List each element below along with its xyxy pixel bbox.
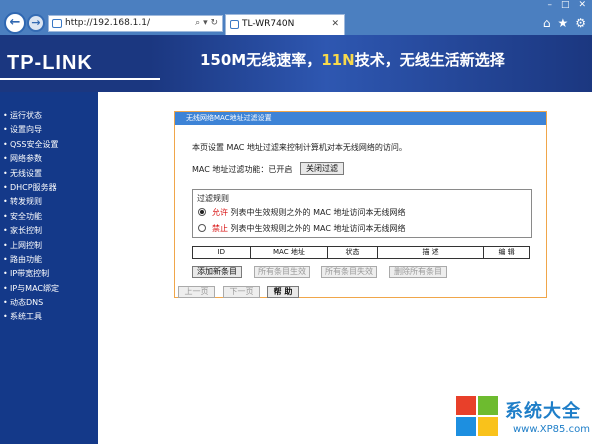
tab-close-icon[interactable]: ✕ xyxy=(331,15,339,34)
rule-allow-text: 列表中生效规则之外的 MAC 地址访问本无线网络 xyxy=(228,208,406,217)
browser-tab[interactable]: TL-WR740N ✕ xyxy=(225,14,345,35)
router-banner: TP-LINK 150M无线速率，11N技术，无线生活新选择 xyxy=(0,35,592,92)
close-window-button[interactable]: ✕ xyxy=(578,0,586,11)
slogan-accent: 11N xyxy=(321,51,355,69)
sidebar-item-wireless[interactable]: 无线设置 xyxy=(0,167,98,182)
column-status: 状态 xyxy=(328,247,378,258)
filter-rules-group: 过滤规则 允许 列表中生效规则之外的 MAC 地址访问本无线网络 禁止 列表中生… xyxy=(192,189,532,238)
delete-all-button[interactable]: 删除所有条目 xyxy=(389,266,447,278)
rule-deny-radio[interactable] xyxy=(198,223,206,232)
prev-page-button[interactable]: 上一页 xyxy=(178,286,215,298)
search-refresh-icons[interactable]: ⌕ ▾ ↻ xyxy=(195,16,218,31)
filter-rules-legend: 过滤规则 xyxy=(197,194,229,203)
rule-deny-row[interactable]: 禁止 列表中生效规则之外的 MAC 地址访问本无线网络 xyxy=(198,223,405,234)
rule-deny-keyword: 禁止 xyxy=(212,224,228,233)
column-mac: MAC 地址 xyxy=(251,247,329,258)
watermark-url: www.XP85.com xyxy=(513,424,590,435)
page-icon xyxy=(52,19,62,28)
sidebar-menu: 运行状态 设置向导 QSS安全设置 网络参数 无线设置 DHCP服务器 转发规则… xyxy=(0,92,98,444)
column-description: 描 述 xyxy=(378,247,485,258)
star-icon[interactable]: ★ xyxy=(557,16,568,30)
arrow-left-icon: ← xyxy=(9,15,21,30)
rule-allow-row[interactable]: 允许 列表中生效规则之外的 MAC 地址访问本无线网络 xyxy=(198,207,405,218)
sidebar-item-ip-mac-binding[interactable]: IP与MAC绑定 xyxy=(0,282,98,297)
filter-status-row: MAC 地址过滤功能：已开启 xyxy=(192,164,298,175)
add-entry-button[interactable]: 添加新条目 xyxy=(192,266,242,278)
slogan-part1: 150M无线速率， xyxy=(200,51,322,69)
mac-filter-table-header: ID MAC 地址 状态 描 述 编 辑 xyxy=(192,246,530,259)
sidebar-item-status[interactable]: 运行状态 xyxy=(0,109,98,124)
rule-deny-text: 列表中生效规则之外的 MAC 地址访问本无线网络 xyxy=(228,224,406,233)
help-button[interactable]: 帮 助 xyxy=(267,286,299,298)
sidebar-item-security[interactable]: 安全功能 xyxy=(0,210,98,225)
disable-all-button[interactable]: 所有条目失效 xyxy=(321,266,377,278)
windows-logo-icon xyxy=(456,396,500,438)
close-filter-button[interactable]: 关闭过滤 xyxy=(300,162,344,175)
sidebar-item-routing[interactable]: 路由功能 xyxy=(0,253,98,268)
minimize-button[interactable]: – xyxy=(547,0,552,11)
sidebar-item-system-tools[interactable]: 系统工具 xyxy=(0,310,98,325)
tab-page-icon xyxy=(230,20,239,29)
sidebar-item-wizard[interactable]: 设置向导 xyxy=(0,123,98,138)
rule-allow-keyword: 允许 xyxy=(212,208,228,217)
column-id: ID xyxy=(193,247,251,258)
tab-title: TL-WR740N xyxy=(242,19,295,29)
mac-filter-panel: 无线网络MAC地址过滤设置 本页设置 MAC 地址过滤来控制计算机对本无线网络的… xyxy=(174,111,547,298)
sidebar-item-forwarding[interactable]: 转发规则 xyxy=(0,195,98,210)
address-text: http://192.168.1.1/ xyxy=(65,18,150,28)
gear-icon[interactable]: ⚙ xyxy=(575,16,586,30)
address-bar[interactable]: http://192.168.1.1/ ⌕ ▾ ↻ xyxy=(48,15,223,32)
sidebar-item-access-control[interactable]: 上网控制 xyxy=(0,239,98,254)
browser-window: – □ ✕ ← → http://192.168.1.1/ ⌕ ▾ ↻ TL-W… xyxy=(0,0,592,444)
next-page-button[interactable]: 下一页 xyxy=(223,286,260,298)
browser-right-icons: ⌂ ★ ⚙ xyxy=(543,16,586,30)
panel-description: 本页设置 MAC 地址过滤来控制计算机对本无线网络的访问。 xyxy=(192,143,407,152)
back-button[interactable]: ← xyxy=(4,12,26,34)
window-controls: – □ ✕ xyxy=(547,0,586,11)
sidebar-item-ddns[interactable]: 动态DNS xyxy=(0,296,98,311)
arrow-right-icon: → xyxy=(31,16,41,29)
tp-link-logo: TP-LINK xyxy=(7,52,93,74)
banner-slogan: 150M无线速率，11N技术，无线生活新选择 xyxy=(200,49,505,70)
sidebar-item-qss[interactable]: QSS安全设置 xyxy=(0,138,98,153)
browser-toolbar: – □ ✕ ← → http://192.168.1.1/ ⌕ ▾ ↻ TL-W… xyxy=(0,0,592,35)
sidebar-item-dhcp[interactable]: DHCP服务器 xyxy=(0,181,98,196)
panel-title: 无线网络MAC地址过滤设置 xyxy=(175,112,546,125)
watermark-title: 系统大全 xyxy=(505,401,581,422)
sidebar-item-bandwidth[interactable]: IP带宽控制 xyxy=(0,267,98,282)
site-watermark: 系统大全 www.XP85.com xyxy=(453,393,592,444)
enable-all-button[interactable]: 所有条目生效 xyxy=(254,266,310,278)
maximize-button[interactable]: □ xyxy=(561,0,570,11)
slogan-part2: 技术，无线生活新选择 xyxy=(354,51,505,69)
sidebar-item-parental[interactable]: 家长控制 xyxy=(0,224,98,239)
column-edit: 编 辑 xyxy=(498,248,515,256)
rule-allow-radio[interactable] xyxy=(198,207,206,216)
sidebar-item-network[interactable]: 网络参数 xyxy=(0,152,98,167)
filter-status-label: MAC 地址过滤功能：已开启 xyxy=(192,165,293,174)
home-icon[interactable]: ⌂ xyxy=(543,16,551,30)
forward-button[interactable]: → xyxy=(27,14,45,32)
logo-underline xyxy=(0,78,160,80)
